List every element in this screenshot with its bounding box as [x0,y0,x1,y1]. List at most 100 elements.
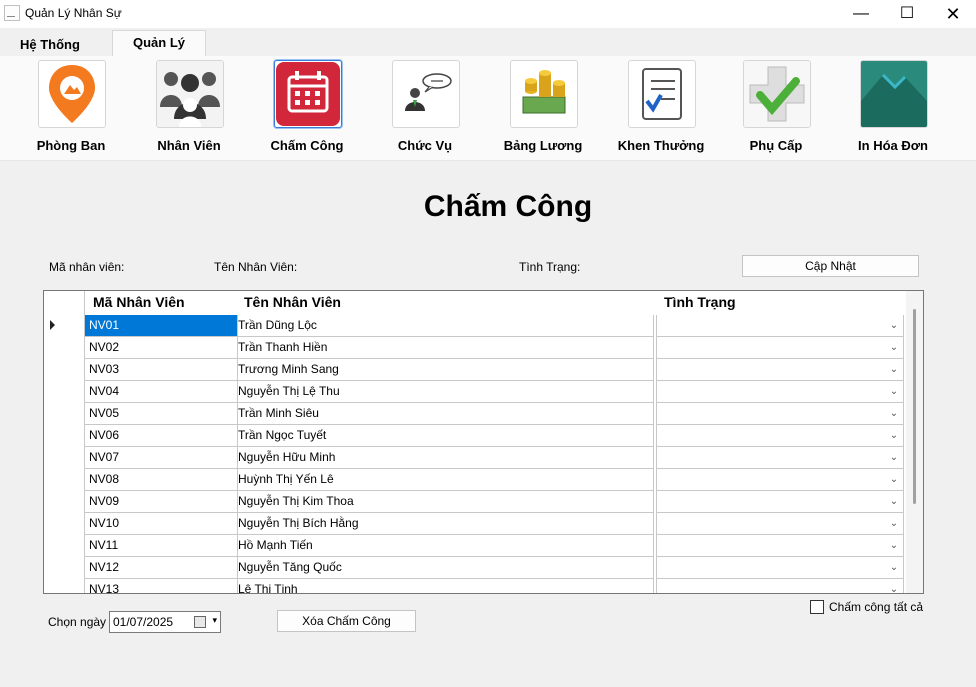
cell-ma-nhan-vien[interactable]: NV07 [85,447,238,469]
cell-ten-nhan-vien[interactable]: Trần Dũng Lộc [234,315,654,337]
cell-tinh-trang-combobox[interactable]: ⌄ [656,491,904,513]
cham-cong-grid[interactable]: Mã Nhân Viên Tên Nhân Viên Tình Trạng NV… [43,290,924,594]
cell-ten-nhan-vien[interactable]: Nguyễn Thị Lệ Thu [234,381,654,403]
cell-ma-nhan-vien[interactable]: NV13 [85,579,238,593]
chevron-down-icon[interactable]: ⌄ [887,425,901,446]
chevron-down-icon[interactable]: ⌄ [887,315,901,336]
table-row[interactable]: NV13 Lê Thị Tịnh ⌄ [44,579,906,593]
cell-ma-nhan-vien[interactable]: NV08 [85,469,238,491]
chevron-down-icon[interactable]: ⌄ [887,403,901,424]
cell-tinh-trang-combobox[interactable]: ⌄ [656,469,904,491]
cell-tinh-trang-combobox[interactable]: ⌄ [656,447,904,469]
chevron-down-icon[interactable]: ⌄ [887,513,901,534]
cell-tinh-trang-combobox[interactable]: ⌄ [656,315,904,337]
cell-tinh-trang-combobox[interactable]: ⌄ [656,403,904,425]
calendar-small-icon[interactable] [194,616,206,628]
in-hoa-don-button[interactable]: In Hóa Đơn [839,60,949,156]
cell-ten-nhan-vien[interactable]: Trần Ngọc Tuyết [234,425,654,447]
tab-quan-ly[interactable]: Quản Lý [112,30,207,57]
coins-money-icon [510,60,578,128]
cell-ten-nhan-vien[interactable]: Trần Minh Siêu [234,403,654,425]
bang-luong-button[interactable]: Bảng Lương [489,60,599,156]
cell-tinh-trang-combobox[interactable]: ⌄ [656,535,904,557]
table-row[interactable]: NV07 Nguyễn Hữu Minh ⌄ [44,447,906,469]
cell-ten-nhan-vien[interactable]: Nguyễn Tăng Quốc [234,557,654,579]
calendar-icon [274,60,342,128]
column-header-tinh-trang[interactable]: Tình Trạng [664,291,736,313]
menu-tabs: Hệ Thống Quản Lý [0,28,976,57]
cell-ma-nhan-vien[interactable]: NV04 [85,381,238,403]
cham-cong-tat-ca-checkbox[interactable] [810,600,824,614]
cell-ten-nhan-vien[interactable]: Trần Thanh Hiền [234,337,654,359]
table-row[interactable]: NV03 Trương Minh Sang ⌄ [44,359,906,381]
chuc-vu-label: Chức Vụ [397,138,453,153]
cell-ma-nhan-vien[interactable]: NV12 [85,557,238,579]
tab-he-thong[interactable]: Hệ Thống [0,34,100,56]
cell-tinh-trang-combobox[interactable]: ⌄ [656,337,904,359]
cell-ma-nhan-vien[interactable]: NV10 [85,513,238,535]
cell-ma-nhan-vien[interactable]: NV06 [85,425,238,447]
minimize-button[interactable]: — [838,0,884,28]
table-row[interactable]: NV02 Trần Thanh Hiền ⌄ [44,337,906,359]
phong-ban-button[interactable]: Phòng Ban [17,60,127,156]
chevron-down-icon[interactable]: ⌄ [887,337,901,358]
location-pin-icon [38,60,106,128]
chevron-down-icon[interactable]: ▾ [212,615,217,626]
maximize-button[interactable]: ☐ [884,0,930,28]
chevron-down-icon[interactable]: ⌄ [887,491,901,512]
chevron-down-icon[interactable]: ⌄ [887,535,901,556]
chevron-down-icon[interactable]: ⌄ [887,579,901,593]
table-row[interactable]: NV12 Nguyễn Tăng Quốc ⌄ [44,557,906,579]
xoa-cham-cong-button[interactable]: Xóa Chấm Công [277,610,416,632]
cell-tinh-trang-combobox[interactable]: ⌄ [656,381,904,403]
cham-cong-button[interactable]: Chấm Công [253,60,363,156]
date-picker[interactable]: 01/07/2025 ▾ [109,611,221,633]
table-row[interactable]: NV01 Trần Dũng Lộc ⌄ [44,315,906,337]
cell-ma-nhan-vien[interactable]: NV02 [85,337,238,359]
nhan-vien-button[interactable]: Nhân Viên [135,60,245,156]
cell-tinh-trang-combobox[interactable]: ⌄ [656,557,904,579]
table-row[interactable]: NV11 Hồ Mạnh Tiến ⌄ [44,535,906,557]
cell-ten-nhan-vien[interactable]: Hồ Mạnh Tiến [234,535,654,557]
cham-cong-label: Chấm Công [270,138,344,153]
cell-ma-nhan-vien[interactable]: NV01 [85,315,238,337]
chevron-down-icon[interactable]: ⌄ [887,469,901,490]
table-row[interactable]: NV09 Nguyễn Thị Kim Thoa ⌄ [44,491,906,513]
cell-tinh-trang-combobox[interactable]: ⌄ [656,513,904,535]
scrollbar-thumb[interactable] [913,309,916,504]
table-row[interactable]: NV05 Trần Minh Siêu ⌄ [44,403,906,425]
cell-tinh-trang-combobox[interactable]: ⌄ [656,425,904,447]
close-button[interactable]: ✕ [930,0,976,28]
cell-ten-nhan-vien[interactable]: Nguyễn Hữu Minh [234,447,654,469]
cell-ten-nhan-vien[interactable]: Lê Thị Tịnh [234,579,654,593]
chevron-down-icon[interactable]: ⌄ [887,447,901,468]
cell-ma-nhan-vien[interactable]: NV09 [85,491,238,513]
page-title: Chấm Công [423,190,593,223]
cell-ten-nhan-vien[interactable]: Nguyễn Thị Bích Hằng [234,513,654,535]
table-row[interactable]: NV04 Nguyễn Thị Lệ Thu ⌄ [44,381,906,403]
cell-tinh-trang-combobox[interactable]: ⌄ [656,359,904,381]
khen-thuong-button[interactable]: Khen Thưởng [607,60,717,156]
cell-ma-nhan-vien[interactable]: NV05 [85,403,238,425]
chevron-down-icon[interactable]: ⌄ [887,359,901,380]
app-icon [4,5,20,21]
column-header-ten-nhan-vien[interactable]: Tên Nhân Viên [244,291,341,313]
column-header-ma-nhan-vien[interactable]: Mã Nhân Viên [93,291,185,313]
table-row[interactable]: NV10 Nguyễn Thị Bích Hằng ⌄ [44,513,906,535]
chuc-vu-button[interactable]: Chức Vụ [371,60,481,156]
chevron-down-icon[interactable]: ⌄ [887,557,901,578]
cell-ten-nhan-vien[interactable]: Trương Minh Sang [234,359,654,381]
cell-ten-nhan-vien[interactable]: Nguyễn Thị Kim Thoa [234,491,654,513]
cell-ma-nhan-vien[interactable]: NV03 [85,359,238,381]
cap-nhat-button[interactable]: Cập Nhật [742,255,919,277]
chon-ngay-label: Chọn ngày [48,615,107,629]
cell-ten-nhan-vien[interactable]: Huỳnh Thị Yến Lê [234,469,654,491]
chevron-down-icon[interactable]: ⌄ [887,381,901,402]
table-row[interactable]: NV08 Huỳnh Thị Yến Lê ⌄ [44,469,906,491]
cell-ma-nhan-vien[interactable]: NV11 [85,535,238,557]
table-row[interactable]: NV06 Trần Ngọc Tuyết ⌄ [44,425,906,447]
cell-tinh-trang-combobox[interactable]: ⌄ [656,579,904,593]
vertical-scrollbar[interactable] [906,291,923,593]
phu-cap-button[interactable]: Phụ Cấp [722,60,832,156]
phong-ban-label: Phòng Ban [36,138,106,153]
